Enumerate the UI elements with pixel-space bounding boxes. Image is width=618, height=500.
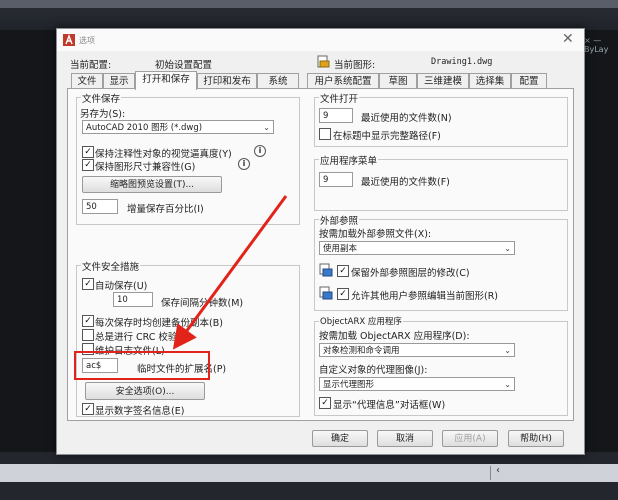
annotation-arrow-icon (172, 195, 288, 350)
tab-open-and-save[interactable]: 打开和保存 (135, 71, 197, 90)
